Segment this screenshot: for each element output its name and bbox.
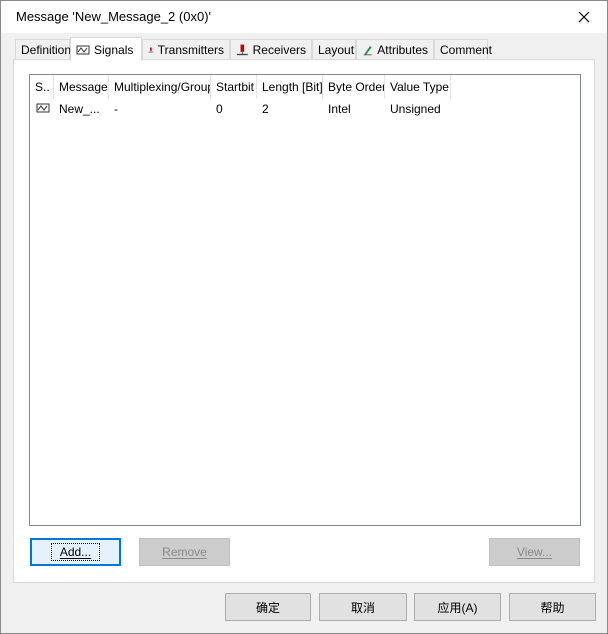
help-button[interactable]: 帮助 bbox=[509, 593, 596, 621]
remove-button-label: Remove bbox=[162, 545, 207, 559]
title-bar[interactable]: Message 'New_Message_2 (0x0)' bbox=[1, 1, 607, 33]
close-icon bbox=[578, 11, 590, 23]
table-row[interactable]: New_... - 0 2 Intel Unsigned bbox=[30, 99, 580, 119]
tab-label: Signals bbox=[94, 42, 134, 57]
receiver-icon bbox=[236, 44, 248, 56]
row-startbit-cell: 0 bbox=[216, 102, 223, 116]
column-header-multiplexing[interactable]: Multiplexing/Group bbox=[109, 75, 211, 99]
ok-button[interactable]: 确定 bbox=[225, 593, 311, 621]
row-state-cell bbox=[30, 99, 54, 119]
tab-label: Definition bbox=[21, 43, 72, 57]
column-header-state[interactable]: S.. bbox=[30, 75, 54, 99]
tab-receivers[interactable]: Receivers bbox=[230, 39, 312, 60]
column-header-value-type[interactable]: Value Type bbox=[385, 75, 451, 99]
help-button-label: 帮助 bbox=[540, 600, 565, 615]
column-header-message[interactable]: Message bbox=[54, 75, 109, 99]
signal-icon bbox=[36, 103, 50, 113]
list-header: S.. Message Multiplexing/Group Startbit … bbox=[30, 75, 580, 99]
add-button[interactable]: Add... bbox=[30, 538, 121, 566]
signals-tab-panel: S.. Message Multiplexing/Group Startbit … bbox=[13, 59, 595, 583]
tab-transmitters[interactable]: Transmitters bbox=[142, 39, 230, 60]
tab-label: Comment bbox=[440, 43, 493, 57]
view-button[interactable]: View... bbox=[489, 538, 580, 566]
message-dialog: Message 'New_Message_2 (0x0)' Definition… bbox=[0, 0, 608, 634]
row-multiplexing-cell: - bbox=[114, 102, 118, 116]
tab-strip: Definition Signals Transmitters Receiver… bbox=[15, 37, 595, 61]
column-header-startbit[interactable]: Startbit bbox=[211, 75, 257, 99]
tab-label: Transmitters bbox=[157, 43, 224, 57]
attribute-icon bbox=[363, 45, 372, 56]
tab-label: Receivers bbox=[252, 43, 306, 57]
tab-comment[interactable]: Comment bbox=[434, 39, 492, 60]
remove-button[interactable]: Remove bbox=[139, 538, 230, 566]
apply-button-label: 应用(A) bbox=[437, 600, 478, 615]
tab-label: Attributes bbox=[377, 43, 428, 57]
tab-definition[interactable]: Definition bbox=[15, 39, 72, 60]
apply-button[interactable]: 应用(A) bbox=[414, 593, 501, 621]
row-value-type-cell: Unsigned bbox=[390, 102, 441, 116]
cancel-button[interactable]: 取消 bbox=[319, 593, 407, 621]
column-header-byte-order[interactable]: Byte Order bbox=[323, 75, 385, 99]
column-header-length[interactable]: Length [Bit] bbox=[257, 75, 323, 99]
row-message-cell: New_... bbox=[59, 102, 100, 116]
close-button[interactable] bbox=[569, 5, 599, 29]
signal-icon bbox=[76, 45, 90, 54]
row-length-cell: 2 bbox=[262, 102, 269, 116]
tab-label: Layout bbox=[318, 43, 355, 57]
tab-signals[interactable]: Signals bbox=[70, 37, 142, 61]
transmitter-icon bbox=[148, 47, 154, 53]
signals-list[interactable]: S.. Message Multiplexing/Group Startbit … bbox=[29, 74, 581, 526]
add-button-label: Add... bbox=[59, 545, 92, 559]
ok-button-label: 确定 bbox=[255, 600, 280, 615]
cancel-button-label: 取消 bbox=[350, 600, 375, 615]
view-button-label: View... bbox=[516, 545, 553, 559]
row-byte-order-cell: Intel bbox=[328, 102, 351, 116]
tab-layout[interactable]: Layout bbox=[312, 39, 356, 60]
window-title: Message 'New_Message_2 (0x0)' bbox=[16, 9, 211, 24]
tab-attributes[interactable]: Attributes bbox=[356, 39, 434, 60]
